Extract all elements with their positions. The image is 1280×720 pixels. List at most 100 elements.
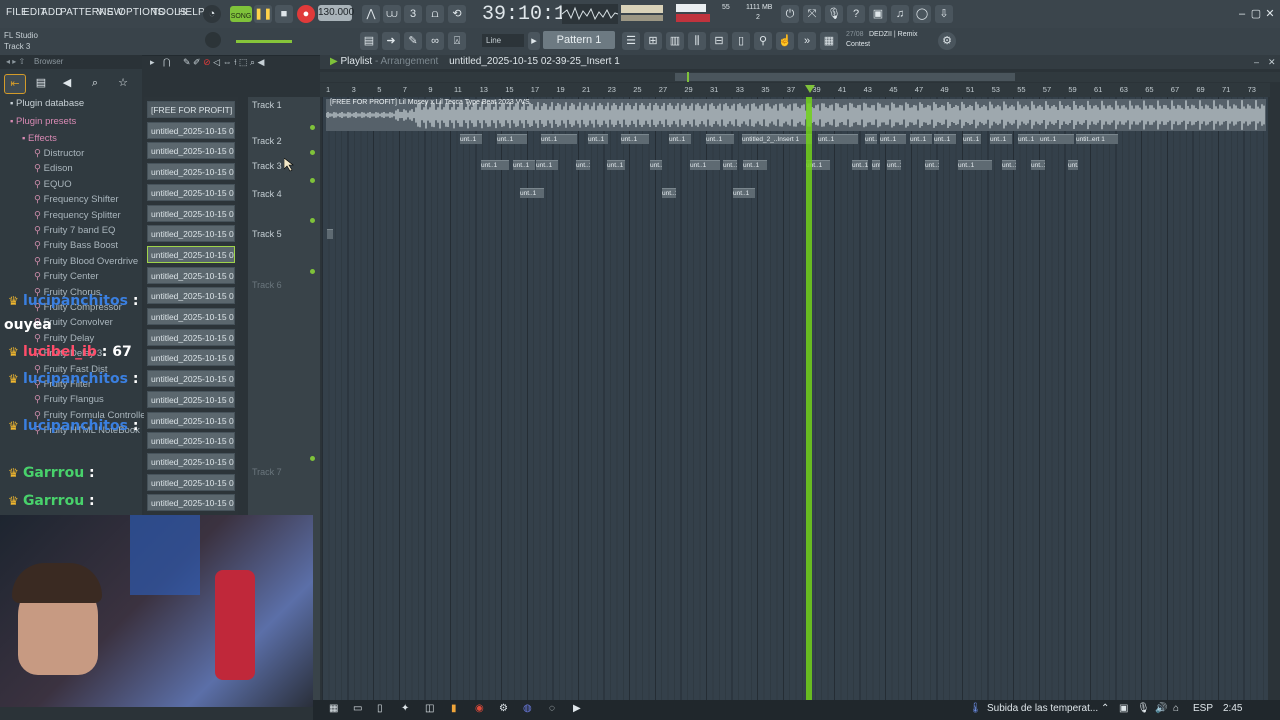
tray-language[interactable]: ESP — [1193, 703, 1213, 714]
loop-record-icon[interactable]: ⟲ — [448, 5, 466, 23]
pattern-clip[interactable]: unt..1 — [513, 160, 535, 170]
close-icon[interactable]: ✕ — [1264, 5, 1276, 23]
song-mode-toggle[interactable]: SONG — [230, 6, 252, 22]
tree-item[interactable]: ⚲ Fruity Delay — [34, 333, 94, 344]
news-sub[interactable]: Contest — [846, 41, 870, 48]
pause-button[interactable]: ❚❚ — [254, 5, 272, 23]
track-2-led[interactable] — [310, 150, 315, 155]
horizontal-scrollbar[interactable] — [675, 73, 1015, 81]
stop-button[interactable]: ■ — [275, 5, 293, 23]
step-edit-icon[interactable]: ⩍ — [426, 5, 444, 23]
mute-icon[interactable]: ◁ — [213, 57, 220, 67]
pattern-clip[interactable]: unt..1 — [576, 160, 590, 170]
piano-roll-icon[interactable]: ▥ — [666, 32, 684, 50]
playhead-marker[interactable] — [805, 85, 815, 93]
tree-item[interactable]: ⚲ Fruity Flangus — [34, 394, 104, 405]
record-button[interactable]: ● — [297, 5, 315, 23]
pattern-item[interactable]: untitled_2025-10-15 02- — [147, 473, 235, 491]
tray-clock[interactable]: 2:45 — [1223, 703, 1242, 714]
maximize-icon[interactable]: ▢ — [1250, 5, 1262, 23]
pattern-clip[interactable]: unt..1 — [733, 188, 755, 198]
track-6-label[interactable]: Track 6 — [252, 280, 282, 290]
pattern-clip[interactable] — [327, 229, 333, 239]
pattern-clip[interactable]: unt..1 — [818, 134, 858, 144]
pattern-clip[interactable]: unt..1 — [723, 160, 737, 170]
pattern-item[interactable]: untitled_2025-10-15 02- — [147, 494, 235, 512]
tree-item[interactable]: ⚲ EQUO — [34, 179, 72, 190]
pattern-clip[interactable]: unt..1 — [650, 160, 662, 170]
pattern-clip[interactable]: untitled_2_..Insert 1 — [742, 134, 812, 144]
pattern-item[interactable]: untitled_2025-10-15 02- — [147, 452, 235, 470]
pattern-item[interactable]: [FREE FOR PROFIT] Li — [147, 101, 235, 118]
pattern-clip[interactable]: unt..1 — [1031, 160, 1045, 170]
pattern-item[interactable]: untitled_2025-10-15 02- — [147, 411, 235, 429]
pattern-clip[interactable]: unt..1 — [690, 160, 720, 170]
tray-volume-icon[interactable]: 🔊 — [1155, 703, 1167, 714]
pattern-item[interactable]: untitled_2025-10-15 02- — [147, 204, 235, 222]
slip-icon[interactable]: ⇔ — [223, 57, 232, 67]
countdown-icon[interactable]: 3 — [404, 5, 422, 23]
pattern-item[interactable]: untitled_2025-10-15 02- — [147, 287, 235, 305]
pattern-clip[interactable]: unt..1 — [958, 160, 992, 170]
tree-item[interactable]: ⚲ Fruity 7 band EQ — [34, 225, 115, 236]
master-pitch-knob[interactable] — [205, 32, 221, 48]
taskbar-fl-icon[interactable]: ▮ — [451, 703, 457, 714]
playlist-icon[interactable]: ☰ — [622, 32, 640, 50]
news-gear-icon[interactable]: ⚙ — [938, 32, 956, 50]
pattern-item[interactable]: untitled_2025-10-15 02- — [147, 142, 235, 160]
track-4-label[interactable]: Track 4 — [252, 189, 282, 199]
pattern-clip[interactable]: unt..1 — [1018, 134, 1040, 144]
tree-item[interactable]: ⚲ Frequency Splitter — [34, 210, 121, 221]
chat-username[interactable]: lucipanchitos — [23, 418, 128, 434]
pattern-clip[interactable]: unt..1 — [520, 188, 544, 198]
tray-mic-icon[interactable]: 🎙 — [1137, 703, 1150, 714]
pattern-clip[interactable]: unt..1 — [925, 160, 939, 170]
taskbar-app-2-icon[interactable]: ▭ — [353, 703, 362, 714]
power-icon[interactable]: ⏻ — [781, 5, 799, 23]
playlist-close-icon[interactable]: ✕ — [1268, 57, 1276, 68]
pattern-item[interactable]: untitled_2025-10-15 02- — [147, 225, 235, 243]
plug-icon[interactable]: ⚲ — [754, 32, 772, 50]
pattern-clip[interactable]: unt..1 — [669, 134, 691, 144]
pattern-clip[interactable]: unt..1 — [481, 160, 509, 170]
tray-app-icon[interactable]: ▣ — [1119, 703, 1128, 714]
track-7-led[interactable] — [310, 456, 315, 461]
tree-item[interactable]: ⚲ Edison — [34, 163, 73, 174]
pattern-item[interactable]: untitled_2025-10-15 02- — [147, 266, 235, 284]
speaker-icon[interactable]: ◀ — [258, 57, 265, 67]
pattern-clip[interactable]: unt..1 — [865, 134, 877, 144]
chat-username[interactable]: Garrrou — [23, 465, 84, 481]
track-5-label[interactable]: Track 5 — [252, 229, 282, 239]
download-icon[interactable]: ⇩ — [935, 5, 953, 23]
pattern-clip[interactable]: unt..1 — [910, 134, 932, 144]
playlist-minimize-icon[interactable]: – — [1254, 57, 1259, 67]
taskbar-app-5-icon[interactable]: ◫ — [425, 703, 434, 714]
pattern-item[interactable]: untitled_2025-10-15 02- — [147, 390, 235, 408]
taskbar-media-icon[interactable]: ▶ — [573, 703, 581, 714]
magnet-icon[interactable]: ⋂ — [163, 57, 170, 67]
browser-arrows-icon[interactable]: ◂ ▸ ⇧ — [6, 57, 25, 66]
browser-icon[interactable]: ⊟ — [710, 32, 728, 50]
track-3-led[interactable] — [310, 178, 315, 183]
chat-username[interactable]: lucibel_ib — [23, 344, 97, 360]
pattern-clip[interactable]: unt..1 — [497, 134, 527, 144]
track-1-led[interactable] — [310, 125, 315, 130]
playlist-arrangement-label[interactable]: - Arrangement — [375, 56, 438, 67]
taskbar-settings-icon[interactable]: ⚙ — [499, 703, 508, 714]
taskbar-app-3-icon[interactable]: ▯ — [377, 703, 383, 714]
browser-files-icon[interactable]: ▤ — [32, 74, 50, 92]
master-volume-slider[interactable] — [236, 40, 292, 43]
timeline-ruler[interactable]: 1 3 5 7 9 11 13 15 17 19 21 23 25 27 29 31 33 35 37 39 41 43 4… — [320, 83, 1270, 97]
track-5-led[interactable] — [310, 269, 315, 274]
tree-item[interactable]: ⚲ Distructor — [34, 148, 84, 159]
channel-rack-icon[interactable]: ⊞ — [644, 32, 662, 50]
pattern-item[interactable]: untitled_2025-10-15 02- — [147, 370, 235, 388]
track-3-label[interactable]: Track 3 — [252, 161, 282, 171]
minimize-icon[interactable]: – — [1236, 5, 1248, 23]
pattern-item[interactable]: untitled_2025-10-15 02- — [147, 245, 235, 263]
tree-effects[interactable]: ▪ Effects — [22, 133, 57, 144]
pattern-clip[interactable]: unt..1 — [872, 160, 880, 170]
save-icon[interactable]: ▣ — [869, 5, 887, 23]
pattern-selector[interactable]: Pattern 1 — [543, 31, 615, 49]
snap-select[interactable]: Line — [482, 34, 524, 47]
